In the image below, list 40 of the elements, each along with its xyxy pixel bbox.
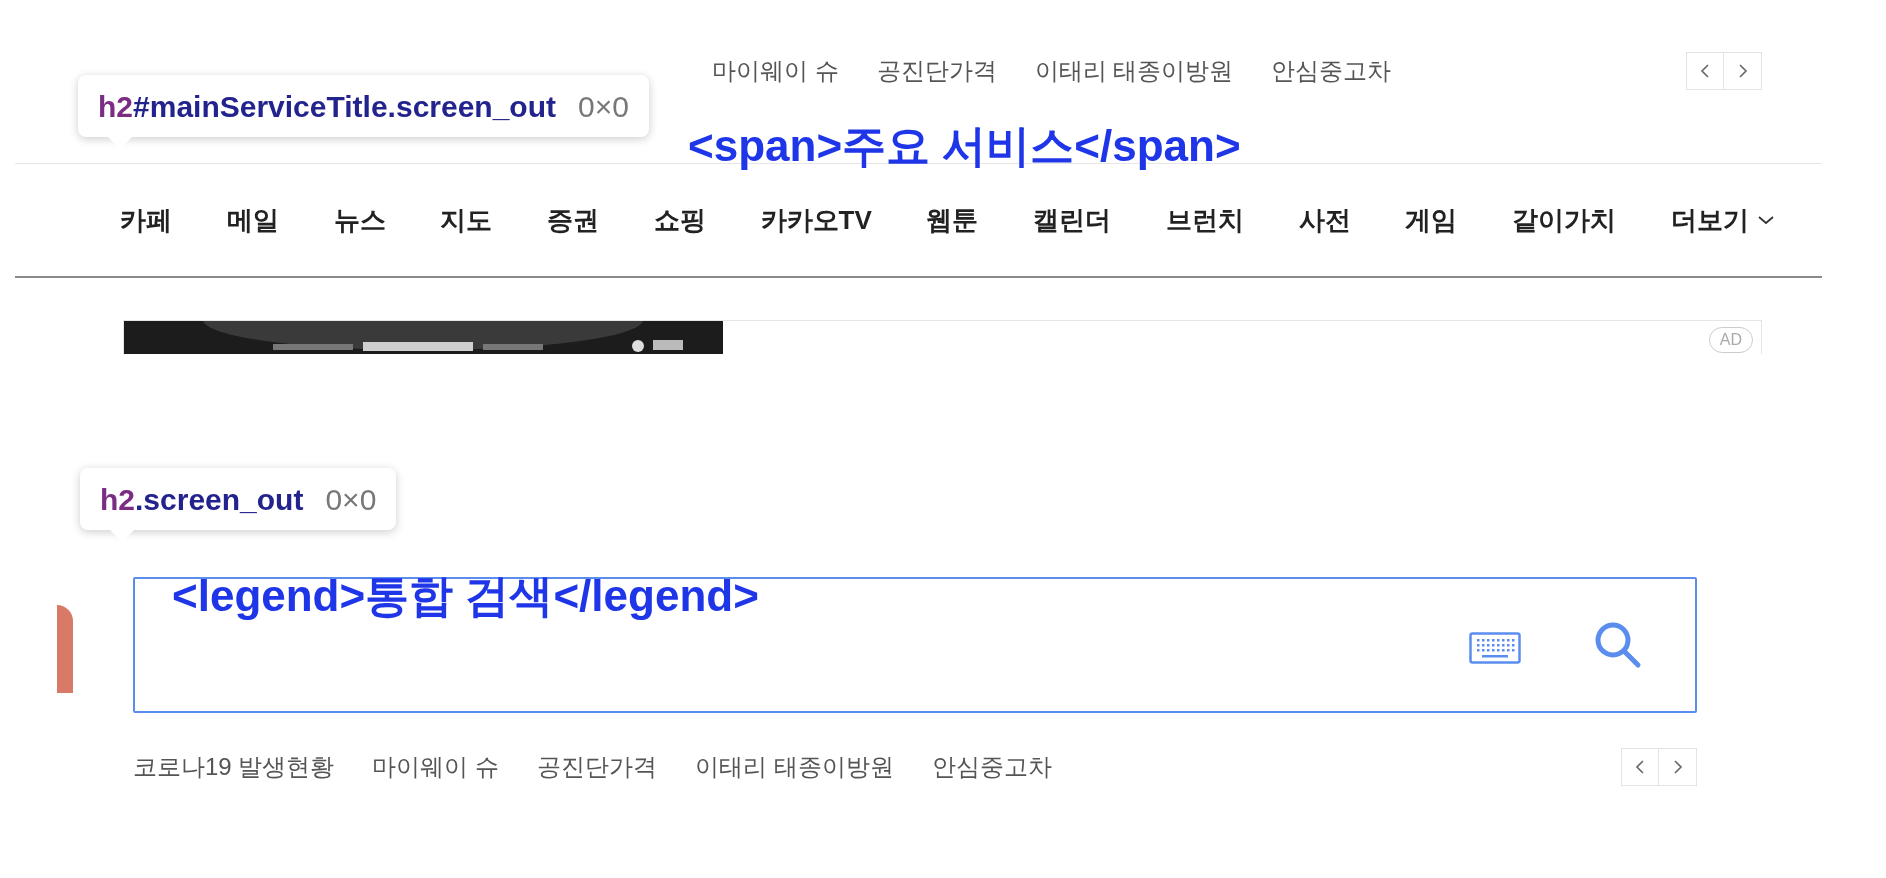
trending-keyword[interactable]: 코로나19 발생현황 [133, 748, 335, 786]
service-link[interactable]: 지도 [440, 200, 493, 240]
service-link[interactable]: 캘린더 [1033, 200, 1112, 240]
previous-button[interactable] [1621, 748, 1659, 786]
service-link[interactable]: 카페 [120, 200, 172, 240]
chevron-right-icon [1672, 759, 1683, 775]
service-link[interactable]: 메일 [226, 200, 279, 240]
keyboard-icon[interactable] [1469, 632, 1521, 664]
service-link[interactable]: 증권 [547, 200, 599, 240]
service-link[interactable]: 사전 [1298, 200, 1351, 240]
next-button[interactable] [1724, 52, 1762, 90]
service-link[interactable]: 쇼핑 [653, 200, 706, 240]
element-size: 0×0 [325, 481, 377, 518]
trending-keyword[interactable]: 안심중고차 [1271, 52, 1392, 90]
chevron-right-icon [1737, 63, 1748, 79]
more-services-button[interactable]: 더보기 [1671, 200, 1775, 240]
service-link[interactable]: 브런치 [1166, 200, 1244, 240]
trending-keyword[interactable]: 이태리 태종이방원 [1034, 52, 1234, 90]
previous-button[interactable] [1686, 52, 1724, 90]
trending-keyword[interactable]: 안심중고차 [931, 748, 1052, 786]
service-link[interactable]: 웹툰 [926, 200, 979, 240]
source-code-overlay: <legend>통합 검색</legend> [172, 574, 759, 618]
service-link[interactable]: 게임 [1405, 200, 1458, 240]
element-size: 0×0 [578, 88, 629, 125]
trending-keyword[interactable]: 마이웨이 슈 [712, 52, 839, 90]
service-link[interactable]: 카카오TV [760, 200, 872, 240]
next-button[interactable] [1659, 748, 1697, 786]
service-link[interactable]: 뉴스 [333, 200, 386, 240]
service-link[interactable]: 같이가치 [1512, 200, 1617, 240]
element-selector: h2.screen_out [100, 481, 304, 518]
trending-keyword[interactable]: 마이웨이 슈 [372, 748, 500, 786]
chevron-left-icon [1700, 63, 1710, 79]
element-selector: h2#mainServiceTitle.screen_out [98, 88, 556, 125]
search-field[interactable] [133, 577, 1697, 713]
trending-keyword[interactable]: 공진단가격 [876, 52, 997, 90]
trending-keyword[interactable]: 이태리 태종이방원 [695, 748, 894, 786]
chevron-left-icon [1635, 759, 1645, 775]
trending-keyword[interactable]: 공진단가격 [537, 748, 658, 786]
source-code-overlay: <span>주요 서비스</span> [688, 124, 1241, 168]
chevron-down-icon [1757, 215, 1775, 225]
